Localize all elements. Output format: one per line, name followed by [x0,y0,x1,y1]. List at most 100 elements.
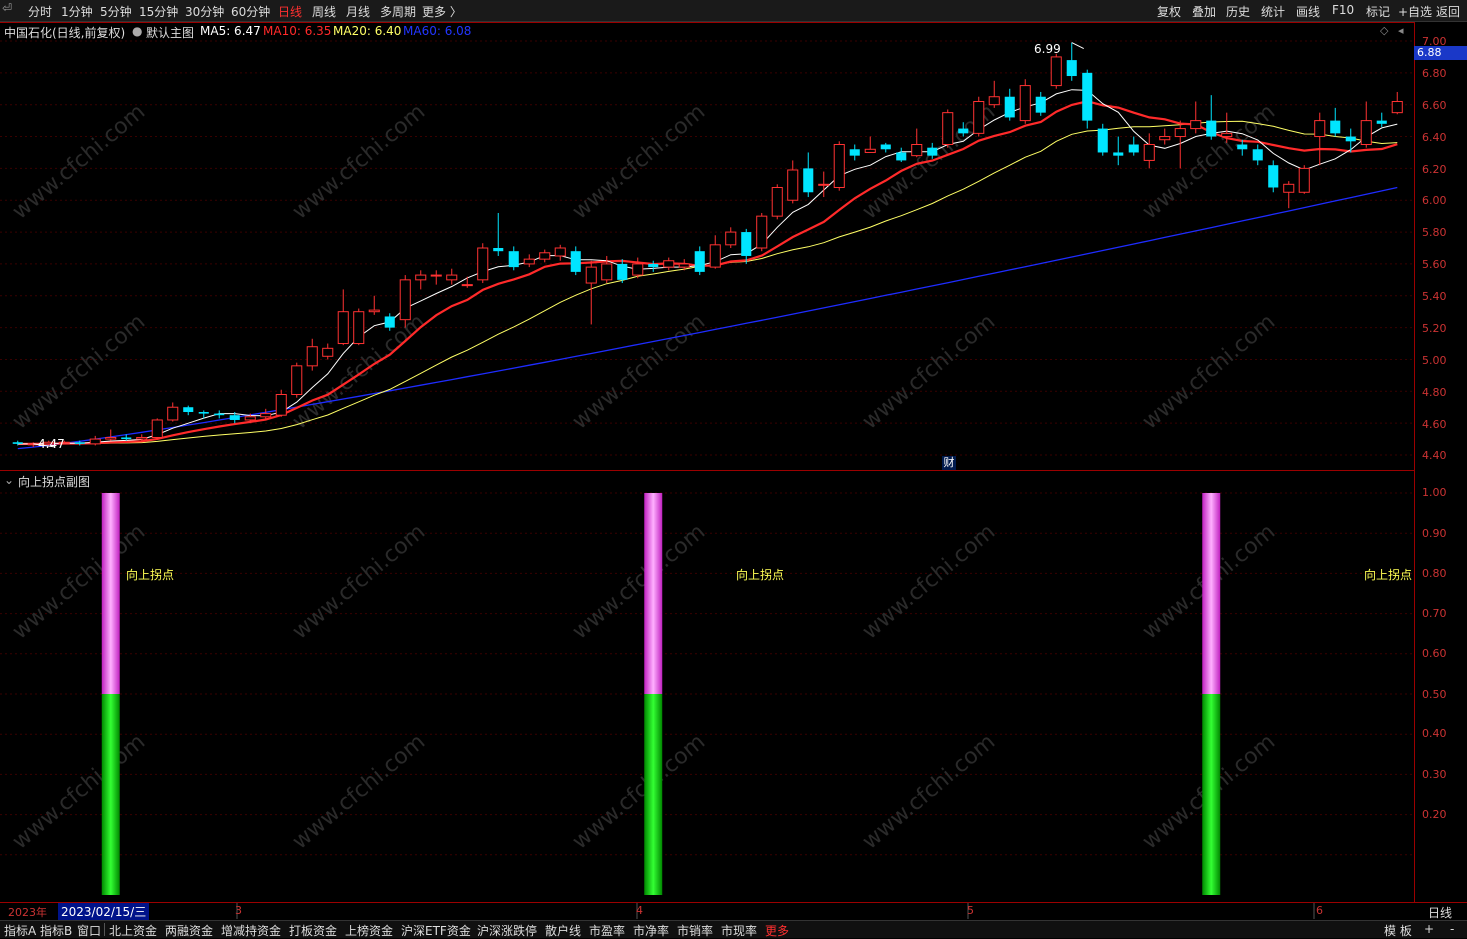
watermark-text: www.cfchi.com [858,519,1000,644]
tab-margin[interactable]: 两融资金 [165,922,213,939]
candle-body-up [244,416,256,421]
candle-body-down [1082,72,1093,121]
main-chart-header: 中国石化(日线,前复权) ● 默认主图 MA5: 6.47 MA10: 6.35… [4,22,1104,40]
tab-retail-line[interactable]: 散户线 [545,922,581,939]
signal-bar-lower [101,694,120,895]
sub-y-tick: 0.40 [1422,727,1447,740]
candle-body-up [725,231,737,246]
watermark-text: www.cfchi.com [858,729,1000,854]
template-dropdown-icon[interactable]: ● [132,24,142,38]
candle-body-up [756,215,768,249]
candle-body-up [523,258,535,265]
low-price-label: 4.47 [38,437,65,451]
kline-chart[interactable]: www.cfchi.com www.cfchi.com www.cfchi.com w… [0,0,1467,937]
period-label: 日线 [1428,906,1453,920]
tab-indicator-a[interactable]: 指标A [4,922,36,939]
tab-indicator-b[interactable]: 指标B [40,922,72,939]
watermark-text: www.cfchi.com [568,729,710,854]
candle-body-up [306,346,318,367]
tab-top-list[interactable]: 上榜资金 [345,922,393,939]
candle-body-up [601,263,613,281]
current-price-tag: 6.88 [1414,46,1467,60]
tab-etf-flow[interactable]: 沪深ETF资金 [401,922,471,939]
tab-northbound[interactable]: 北上资金 [109,922,157,939]
sub-y-tick: 0.60 [1422,647,1447,660]
tab-pcf[interactable]: 市现率 [721,922,757,939]
tab-ps[interactable]: 市销率 [677,922,713,939]
candle-body-down [648,263,659,268]
candle-body-down [384,316,395,328]
ma20-value: MA20: 6.40 [333,24,402,38]
candle-body-up [787,169,799,201]
month-label: 4 [636,904,643,917]
y-tick: 5.60 [1422,258,1447,271]
template-name[interactable]: 默认主图 [146,24,194,41]
watermark-text: www.cfchi.com [288,729,430,854]
y-tick: 6.60 [1422,99,1447,112]
diamond-icon[interactable]: ◇ [1380,24,1388,37]
stock-name: 中国石化(日线,前复权) [4,26,126,40]
candle-body-down [617,263,628,280]
candle-body-up [322,347,334,357]
signal-bar-lower [1202,694,1221,895]
candle-body-down [1376,120,1387,124]
watermark-text: www.cfchi.com [1138,309,1280,434]
watermark-text: www.cfchi.com [8,729,150,854]
candle-body-down [958,128,969,134]
candle-body-up [539,252,551,260]
candle-body-down [849,149,860,156]
sub-y-tick: 0.30 [1422,768,1447,781]
candle-body-down [741,232,752,256]
candle-body-down [1113,152,1124,156]
candle-body-up [1019,85,1031,122]
y-tick: 7.00 [1422,35,1447,48]
zoom-out-button[interactable]: - [1450,922,1454,936]
candle-body-up [1283,183,1295,193]
tab-window[interactable]: 窗口 [77,922,101,939]
candle-body-down [1252,149,1263,161]
candle-body-up [275,393,287,416]
candle-body-up [337,311,349,345]
candle-body-up [477,247,489,281]
template-button[interactable]: 模 板 [1384,922,1412,939]
candle-body-down [1345,136,1356,142]
watermark-text: www.cfchi.com [858,309,1000,434]
candle-body-up [430,274,442,277]
collapse-icon[interactable]: ◂ [1398,24,1404,37]
tab-holding-change[interactable]: 增减持资金 [221,922,281,939]
candle-body-up [89,438,101,445]
sub-template-dropdown-icon[interactable]: ⌄ [4,473,14,487]
indicator-tabbar: 指标A 指标B 窗口 北上资金 两融资金 增减持资金 打板资金 上榜资金 沪深E… [0,920,1467,938]
y-tick: 5.80 [1422,226,1447,239]
candle-body-up [136,436,148,440]
y-tick: 6.40 [1422,131,1447,144]
tab-more-indicators[interactable]: 更多 [765,922,789,939]
signal-label: 向上拐点 [126,568,175,582]
candle-body-down [803,168,814,193]
candle-body-down [694,251,705,272]
sub-chart-title: 向上拐点副图 [18,475,91,489]
ma5-value: MA5: 6.47 [200,24,261,38]
candle-body-down [1004,96,1015,118]
tab-limit-board[interactable]: 打板资金 [289,922,337,939]
candle-body-up [1391,101,1403,114]
tab-limit-stats[interactable]: 沪深涨跌停 [477,922,537,939]
zoom-in-button[interactable]: + [1424,922,1434,936]
signal-bar-lower [644,694,663,895]
y-tick: 4.40 [1422,449,1447,462]
finance-event-icon[interactable]: 财 [942,456,956,470]
watermark-text: www.cfchi.com [568,99,710,224]
candle-body-down [508,251,519,268]
candle-body-up [988,96,1000,106]
candle-body-up [911,144,923,157]
candle-body-down [229,415,240,420]
sub-y-tick: 1.00 [1422,486,1447,499]
candle-body-up [353,311,365,345]
candle-body-up [864,148,876,153]
candle-body-down [214,413,225,416]
tab-pe[interactable]: 市盈率 [589,922,625,939]
watermark-text: www.cfchi.com [288,99,430,224]
sub-y-tick: 0.20 [1422,808,1447,821]
candle-body-down [1330,120,1341,134]
tab-pb[interactable]: 市净率 [633,922,669,939]
